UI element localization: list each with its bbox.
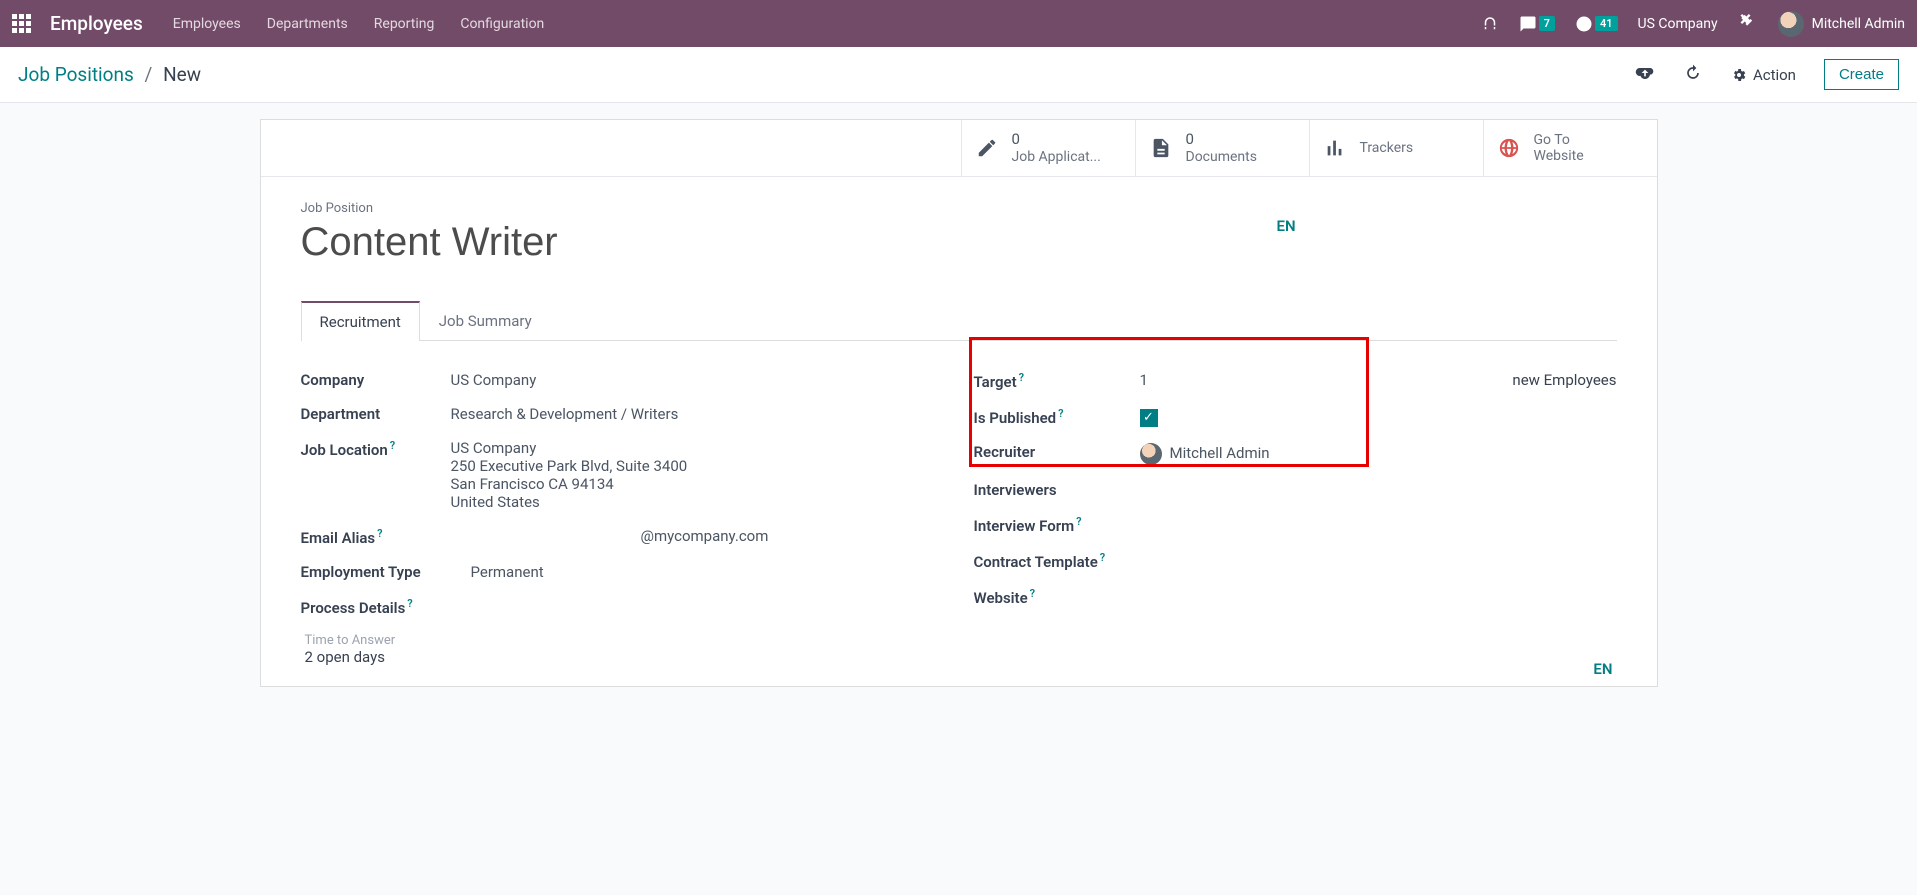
stat-documents-count: 0 [1186,131,1257,148]
lang-badge-top[interactable]: EN [1277,217,1296,235]
form-tabs: Recruitment Job Summary [301,301,1617,341]
pencil-icon [976,137,998,159]
help-icon[interactable]: ? [1100,551,1105,564]
stat-trackers-label: Trackers [1360,140,1414,156]
bar-chart-icon [1324,137,1346,159]
company-value[interactable]: US Company [451,371,537,389]
help-icon[interactable]: ? [1076,515,1081,528]
nav-menu: Employees Departments Reporting Configur… [173,16,545,32]
breadcrumb: Job Positions / New [18,63,201,86]
form-grid: Company US Company Department Research &… [301,341,1617,666]
lang-badge-bottom[interactable]: EN [1593,660,1612,678]
cloud-upload-icon[interactable] [1635,63,1655,87]
breadcrumb-parent[interactable]: Job Positions [18,63,134,86]
stat-buttons: 0 Job Applicat... 0 Documents Trackers [261,120,1657,177]
stat-applications-count: 0 [1012,131,1101,148]
email-alias-suffix[interactable]: @mycompany.com [451,527,769,545]
form-sheet: 0 Job Applicat... 0 Documents Trackers [260,119,1658,687]
help-icon[interactable]: ? [377,527,382,540]
help-icon[interactable]: ? [390,439,395,452]
user-menu[interactable]: Mitchell Admin [1778,11,1905,37]
job-location-value[interactable]: US Company 250 Executive Park Blvd, Suit… [451,439,688,511]
department-value[interactable]: Research & Development / Writers [451,405,679,423]
nav-item-departments[interactable]: Departments [267,16,348,32]
website-label: Website? [974,587,1124,607]
contract-template-label: Contract Template? [974,551,1154,571]
target-value[interactable]: 1 [1124,371,1148,389]
messages-icon[interactable]: 7 [1519,15,1555,33]
process-details-label: Process Details? [301,597,451,617]
employment-type-label: Employment Type [301,563,471,581]
app-brand: Employees [50,12,143,35]
messages-badge: 7 [1539,16,1555,31]
user-name: Mitchell Admin [1812,16,1905,32]
nav-item-employees[interactable]: Employees [173,16,241,32]
avatar [1140,443,1162,465]
discard-icon[interactable] [1683,63,1703,87]
nav-item-configuration[interactable]: Configuration [460,16,544,32]
breadcrumb-sep: / [139,63,159,86]
is-published-checkbox[interactable]: ✓ [1140,409,1158,427]
help-icon[interactable]: ? [407,597,412,610]
company-selector[interactable]: US Company [1638,16,1718,32]
stat-applications-label: Job Applicat... [1012,149,1101,165]
help-icon[interactable]: ? [1030,587,1035,600]
is-published-label: Is Published? [974,407,1124,427]
support-icon[interactable] [1481,15,1499,33]
recruiter-value[interactable]: Mitchell Admin [1124,443,1270,465]
help-icon[interactable]: ? [1019,371,1024,384]
title-input[interactable] [301,220,1181,265]
department-label: Department [301,405,451,423]
breadcrumb-current: New [163,63,201,86]
create-button[interactable]: Create [1824,59,1899,90]
target-label: Target? [974,371,1124,391]
control-bar: Job Positions / New Action Create [0,47,1917,103]
stat-trackers[interactable]: Trackers [1309,120,1483,176]
stat-goto-website[interactable]: Go To Website [1483,120,1657,176]
employment-type-value[interactable]: Permanent [471,563,544,581]
action-menu[interactable]: Action [1731,66,1796,84]
time-to-answer-label: Time to Answer [301,633,944,648]
activities-icon[interactable]: 41 [1575,15,1618,33]
apps-icon[interactable] [12,14,32,34]
debug-icon[interactable] [1738,14,1758,34]
stat-website-line2: Website [1534,148,1584,164]
recruiter-label: Recruiter [974,443,1124,461]
sheet-body: Job Position EN Recruitment Job Summary … [261,177,1657,686]
job-location-label: Job Location? [301,439,451,459]
form-scroll-area[interactable]: 0 Job Applicat... 0 Documents Trackers [0,103,1917,895]
interview-form-label: Interview Form? [974,515,1124,535]
stat-documents[interactable]: 0 Documents [1135,120,1309,176]
avatar [1778,11,1804,37]
document-icon [1150,137,1172,159]
nav-item-reporting[interactable]: Reporting [374,16,435,32]
tab-recruitment[interactable]: Recruitment [301,301,420,341]
help-icon[interactable]: ? [1058,407,1063,420]
top-nav: Employees Employees Departments Reportin… [0,0,1917,47]
email-alias-label: Email Alias? [301,527,451,547]
activities-badge: 41 [1595,16,1618,31]
form-left-column: Company US Company Department Research &… [301,363,944,666]
globe-icon [1498,137,1520,159]
stat-website-line1: Go To [1534,132,1584,148]
action-label: Action [1753,66,1796,84]
form-right-column: Target? 1 new Employees Is Published? ✓ [974,363,1617,666]
title-label: Job Position [301,201,1617,216]
stat-documents-label: Documents [1186,149,1257,165]
company-label: Company [301,371,451,389]
tab-job-summary[interactable]: Job Summary [420,301,551,341]
target-suffix: new Employees [1512,371,1616,389]
time-to-answer-value[interactable]: 2 open days [301,648,944,666]
interviewers-label: Interviewers [974,481,1124,499]
stat-job-applications[interactable]: 0 Job Applicat... [961,120,1135,176]
